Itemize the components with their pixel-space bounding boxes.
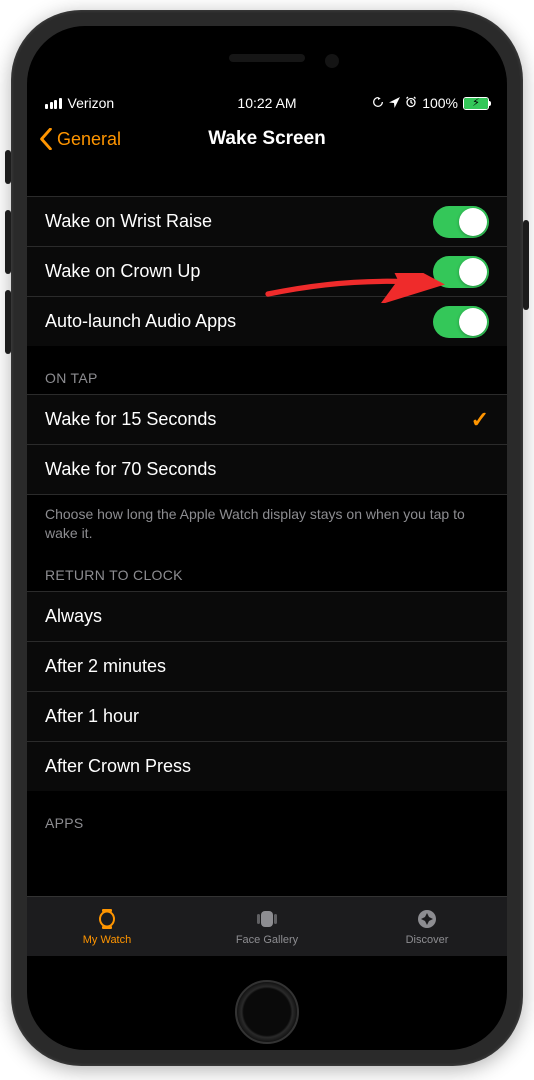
orientation-lock-icon	[372, 95, 384, 111]
checkmark-icon: ✓	[471, 407, 489, 433]
section-header-on-tap: ON TAP	[27, 346, 507, 394]
back-label: General	[57, 129, 121, 150]
earpiece-speaker	[229, 54, 305, 62]
row-after-2-minutes[interactable]: After 2 minutes	[27, 641, 507, 691]
wifi-icon	[120, 95, 136, 111]
tab-bar: My Watch Face Gallery Discover	[27, 896, 507, 956]
mute-switch-hardware	[5, 150, 11, 184]
tab-face-gallery[interactable]: Face Gallery	[187, 897, 347, 956]
signal-strength-icon	[45, 98, 62, 109]
tab-label: My Watch	[83, 934, 132, 946]
row-label: Always	[45, 606, 102, 627]
row-label: After Crown Press	[45, 756, 191, 777]
home-button-hardware	[235, 980, 299, 1044]
row-wake-70-seconds[interactable]: Wake for 70 Seconds	[27, 444, 507, 494]
row-wake-15-seconds[interactable]: Wake for 15 Seconds ✓	[27, 394, 507, 444]
row-label: After 1 hour	[45, 706, 139, 727]
toggle-wake-on-crown-up[interactable]	[433, 256, 489, 288]
tab-label: Discover	[406, 934, 449, 946]
phone-frame: Verizon 10:22 AM 100% ⚡︎	[11, 10, 523, 1066]
alarm-icon	[405, 95, 417, 111]
carrier-label: Verizon	[68, 95, 115, 111]
tab-label: Face Gallery	[236, 934, 298, 946]
row-auto-launch-audio[interactable]: Auto-launch Audio Apps	[27, 296, 507, 346]
section-header-apps: APPS	[27, 791, 507, 839]
location-icon	[389, 95, 400, 111]
charging-bolt-icon: ⚡︎	[472, 98, 480, 109]
toggle-wake-on-wrist-raise[interactable]	[433, 206, 489, 238]
volume-up-hardware	[5, 210, 11, 274]
front-camera	[325, 54, 339, 68]
row-after-1-hour[interactable]: After 1 hour	[27, 691, 507, 741]
row-label: Wake for 70 Seconds	[45, 459, 216, 480]
clock-label: 10:22 AM	[193, 95, 341, 111]
row-wake-on-crown-up[interactable]: Wake on Crown Up	[27, 246, 507, 296]
settings-content[interactable]: Wake on Wrist Raise Wake on Crown Up Aut…	[27, 162, 507, 896]
nav-bar: General Wake Screen	[27, 116, 507, 162]
power-button-hardware	[523, 220, 529, 310]
row-label: After 2 minutes	[45, 656, 166, 677]
row-label: Wake on Crown Up	[45, 261, 200, 282]
row-always[interactable]: Always	[27, 591, 507, 641]
back-button[interactable]: General	[39, 128, 121, 150]
watch-icon	[94, 907, 120, 931]
screen: Verizon 10:22 AM 100% ⚡︎	[27, 26, 507, 1050]
tab-my-watch[interactable]: My Watch	[27, 897, 187, 956]
face-gallery-icon	[254, 907, 280, 931]
battery-percent-label: 100%	[422, 95, 458, 111]
battery-icon: ⚡︎	[463, 97, 489, 110]
chevron-left-icon	[39, 128, 53, 150]
top-bezel	[27, 26, 507, 90]
row-label: Wake for 15 Seconds	[45, 409, 216, 430]
row-label: Auto-launch Audio Apps	[45, 311, 236, 332]
toggle-auto-launch-audio[interactable]	[433, 306, 489, 338]
section-footer-on-tap: Choose how long the Apple Watch display …	[27, 494, 507, 549]
row-wake-on-wrist-raise[interactable]: Wake on Wrist Raise	[27, 196, 507, 246]
compass-icon	[414, 907, 440, 931]
status-bar: Verizon 10:22 AM 100% ⚡︎	[27, 90, 507, 116]
volume-down-hardware	[5, 290, 11, 354]
row-label: Wake on Wrist Raise	[45, 211, 212, 232]
row-after-crown-press[interactable]: After Crown Press	[27, 741, 507, 791]
section-header-return-to-clock: RETURN TO CLOCK	[27, 549, 507, 591]
tab-discover[interactable]: Discover	[347, 897, 507, 956]
